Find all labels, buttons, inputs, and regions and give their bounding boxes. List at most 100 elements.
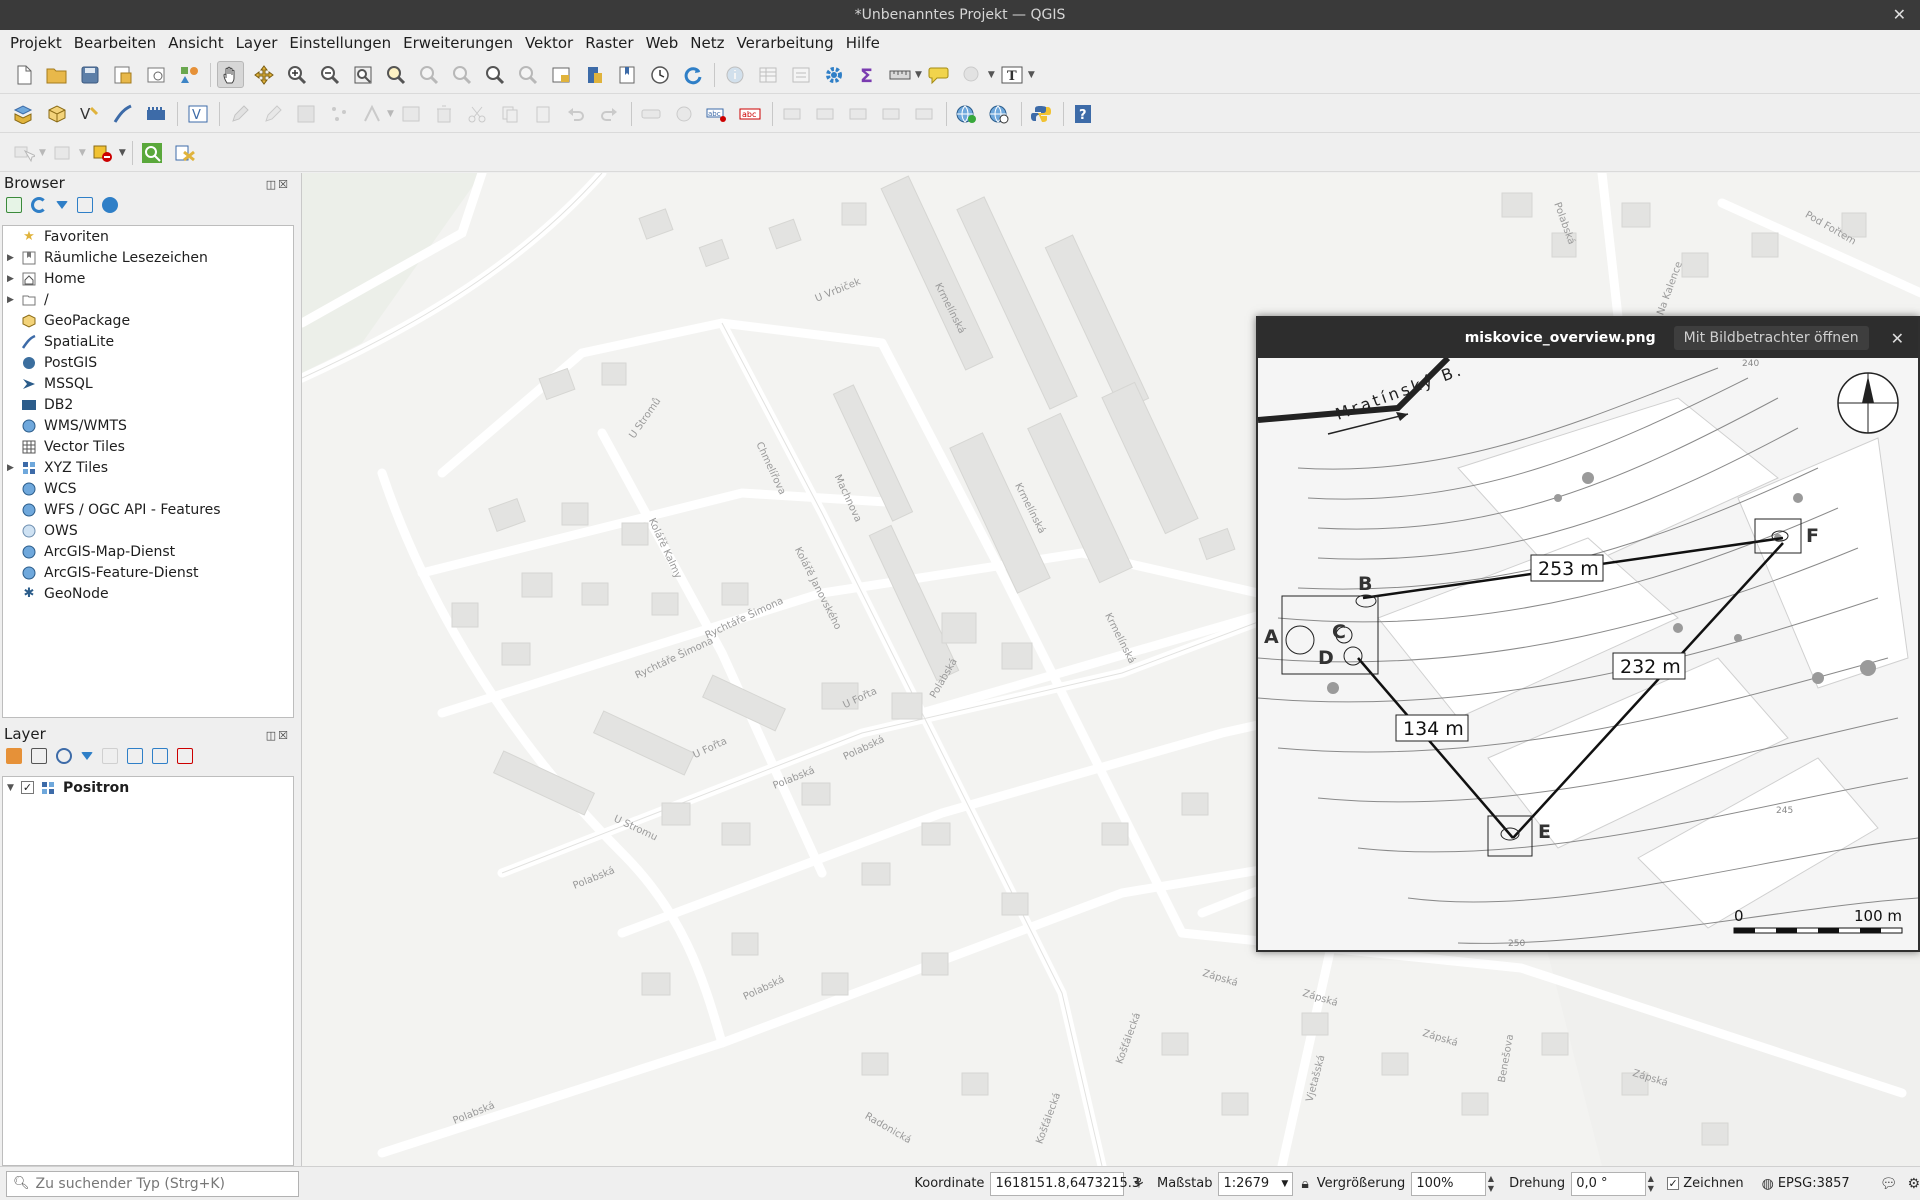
select-features-button[interactable] — [10, 139, 37, 166]
form-selection-button[interactable] — [172, 139, 199, 166]
new-temporary-layer-button[interactable] — [142, 100, 169, 127]
new-shapefile-layer-button[interactable]: V — [76, 100, 103, 127]
vertex-tool-button[interactable] — [358, 100, 385, 127]
open-attribute-table-button[interactable] — [754, 61, 781, 88]
zoom-full-button[interactable] — [349, 61, 376, 88]
info-icon[interactable] — [102, 197, 118, 213]
menu-bearbeiten[interactable]: Bearbeiten — [68, 30, 162, 56]
menu-vektor[interactable]: Vektor — [519, 30, 579, 56]
browser-item-favoriten[interactable]: ★ Favoriten — [3, 226, 293, 247]
menu-netz[interactable]: Netz — [684, 30, 730, 56]
menu-verarbeitung[interactable]: Verarbeitung — [731, 30, 840, 56]
new-3d-view-button[interactable] — [580, 61, 607, 88]
processing-toolbox-button[interactable] — [820, 61, 847, 88]
collapse-all-icon[interactable] — [152, 748, 168, 764]
new-project-button[interactable] — [10, 61, 37, 88]
select-by-expression-button[interactable] — [139, 139, 166, 166]
save-as-button[interactable] — [109, 61, 136, 88]
measure-dropdown-caret[interactable]: ▼ — [915, 70, 922, 80]
pan-map-button[interactable] — [217, 61, 244, 88]
map-tips-button[interactable] — [926, 61, 953, 88]
redo-button[interactable] — [596, 100, 623, 127]
save-layer-edits-button[interactable] — [292, 100, 319, 127]
rotation-spinner[interactable]: ▲ ▼ — [1648, 1174, 1657, 1194]
zoom-native-button[interactable] — [448, 61, 475, 88]
zoom-out-button[interactable] — [316, 61, 343, 88]
lock-scale-icon[interactable]: 🔒︎ — [1301, 1176, 1308, 1192]
remove-layer-icon[interactable] — [177, 748, 193, 764]
add-selected-layers-icon[interactable] — [6, 197, 22, 213]
filter-legend-icon[interactable] — [81, 752, 93, 760]
locate-feature-button[interactable] — [959, 61, 986, 88]
rotation-field[interactable]: 0,0 ° — [1571, 1171, 1646, 1196]
undo-button[interactable] — [563, 100, 590, 127]
browser-item-wms[interactable]: WMS/WMTS — [3, 415, 293, 436]
coordinate-field[interactable]: 1618151.8,6473215.3 — [990, 1171, 1140, 1196]
open-in-image-viewer-button[interactable]: Mit Bildbetrachter öffnen — [1673, 326, 1869, 350]
panel-float-close-controls[interactable]: ◫☒ — [266, 175, 290, 195]
window-close-button[interactable]: ✕ — [1893, 5, 1906, 24]
browser-item-arcgis-map[interactable]: ArcGIS-Map-Dienst — [3, 541, 293, 562]
menu-erweiterungen[interactable]: Erweiterungen — [397, 30, 519, 56]
temporal-controller-button[interactable] — [646, 61, 673, 88]
browser-item-geonode[interactable]: ✱ GeoNode — [3, 583, 293, 604]
browser-item-ows[interactable]: OWS — [3, 520, 293, 541]
add-wfs-layer-button[interactable] — [986, 100, 1013, 127]
magnification-field[interactable]: 100% — [1411, 1171, 1486, 1196]
help-button[interactable]: ? — [1070, 100, 1097, 127]
open-project-button[interactable] — [43, 61, 70, 88]
current-edits-button[interactable] — [226, 100, 253, 127]
refresh-button[interactable] — [679, 61, 706, 88]
deselect-all-button[interactable] — [90, 139, 117, 166]
menu-einstellungen[interactable]: Einstellungen — [283, 30, 397, 56]
expand-arrow-icon[interactable]: ▶ — [7, 463, 21, 473]
image-preview-close-button[interactable]: ✕ — [1891, 329, 1904, 348]
browser-item-wcs[interactable]: WCS — [3, 478, 293, 499]
menu-web[interactable]: Web — [640, 30, 685, 56]
show-unplaced-labels-button[interactable]: abc — [737, 100, 764, 127]
style-manager-button[interactable] — [175, 61, 202, 88]
new-map-view-button[interactable] — [547, 61, 574, 88]
layer-visibility-checkbox[interactable]: ✓ — [21, 781, 34, 794]
pan-to-selection-button[interactable] — [250, 61, 277, 88]
refresh-icon[interactable] — [31, 197, 47, 213]
new-virtual-layer-button[interactable]: V — [184, 100, 211, 127]
collapse-all-icon[interactable] — [77, 197, 93, 213]
select-by-value-button[interactable] — [50, 139, 77, 166]
modify-attributes-button[interactable] — [398, 100, 425, 127]
collapse-arrow-icon[interactable]: ▼ — [7, 783, 21, 793]
print-layout-button[interactable] — [142, 61, 169, 88]
locator-search-input[interactable]: 🔍︎ Zu suchender Typ (Strg+K) — [6, 1170, 300, 1197]
save-project-button[interactable] — [76, 61, 103, 88]
scale-combobox[interactable]: 1:2679 ▼ — [1218, 1171, 1294, 1196]
browser-item-geopackage[interactable]: GeoPackage — [3, 310, 293, 331]
layer-item-positron[interactable]: ▼ ✓ Positron — [3, 777, 293, 798]
messages-icon[interactable]: 💬︎ — [1880, 1176, 1898, 1192]
toggle-extents-icon[interactable]: ⚘ — [1132, 1176, 1145, 1192]
browser-item-vector-tiles[interactable]: Vector Tiles — [3, 436, 293, 457]
zoom-last-button[interactable] — [481, 61, 508, 88]
zoom-next-button[interactable] — [514, 61, 541, 88]
delete-selected-button[interactable] — [431, 100, 458, 127]
browser-item-spatial-bookmarks[interactable]: ▶ Räumliche Lesezeichen — [3, 247, 293, 268]
filter-by-expression-icon[interactable] — [102, 748, 118, 764]
label-toolbar-button[interactable] — [638, 100, 665, 127]
label-properties-button[interactable] — [911, 100, 938, 127]
text-annotation-button[interactable]: T — [999, 61, 1026, 88]
filter-icon[interactable] — [56, 201, 68, 209]
panel-float-close-controls[interactable]: ◫☒ — [266, 726, 290, 746]
pin-labels-button[interactable]: abc — [704, 100, 731, 127]
expand-arrow-icon[interactable]: ▶ — [7, 295, 21, 305]
select-dropdown-caret[interactable]: ▼ — [39, 148, 46, 158]
rotate-label-button[interactable] — [812, 100, 839, 127]
measure-line-button[interactable] — [886, 61, 913, 88]
browser-item-xyz-tiles[interactable]: ▶ XYZ Tiles — [3, 457, 293, 478]
vertex-dropdown-caret[interactable]: ▼ — [387, 109, 394, 119]
browser-item-home[interactable]: ▶ Home — [3, 268, 293, 289]
locate-dropdown-caret[interactable]: ▼ — [988, 70, 995, 80]
toggle-editing-button[interactable] — [259, 100, 286, 127]
browser-item-arcgis-feature[interactable]: ArcGIS-Feature-Dienst — [3, 562, 293, 583]
menu-raster[interactable]: Raster — [579, 30, 639, 56]
manage-visibility-icon[interactable] — [56, 748, 72, 764]
expand-arrow-icon[interactable]: ▶ — [7, 253, 21, 263]
